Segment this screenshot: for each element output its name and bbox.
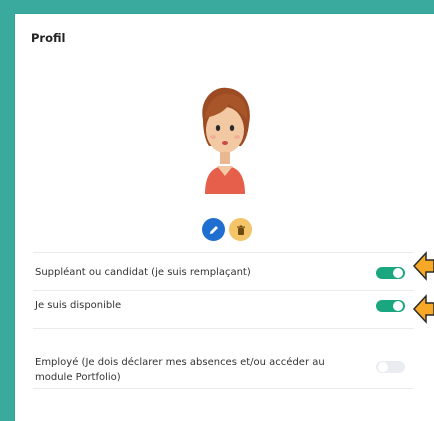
setting-label-employee: Employé (Je dois déclarer mes absences e… [35, 357, 325, 383]
edit-avatar-button[interactable] [202, 218, 225, 241]
toggle-knob [378, 362, 388, 372]
trash-icon [236, 225, 245, 235]
app-stage: Profil Suppléant ou candidat (je suis re… [0, 0, 434, 421]
toggle-substitute[interactable] [376, 267, 405, 279]
page-title: Profil [31, 31, 66, 45]
setting-label-available: Je suis disponible [35, 300, 122, 311]
avatar-actions [202, 218, 252, 241]
setting-label-substitute: Suppléant ou candidat (je suis remplaçan… [35, 267, 251, 278]
setting-row-divider [33, 388, 414, 390]
profile-card: Profil Suppléant ou candidat (je suis re… [15, 14, 434, 421]
delete-avatar-button[interactable] [229, 218, 252, 241]
pencil-icon [209, 225, 218, 234]
avatar-girl-icon [202, 87, 250, 194]
toggle-employee[interactable] [376, 361, 405, 373]
toggle-available[interactable] [376, 300, 405, 312]
toggle-knob [393, 301, 403, 311]
pointer-arrow-icon [412, 251, 434, 281]
toggle-knob [393, 268, 403, 278]
pointer-arrow-icon [412, 294, 434, 324]
